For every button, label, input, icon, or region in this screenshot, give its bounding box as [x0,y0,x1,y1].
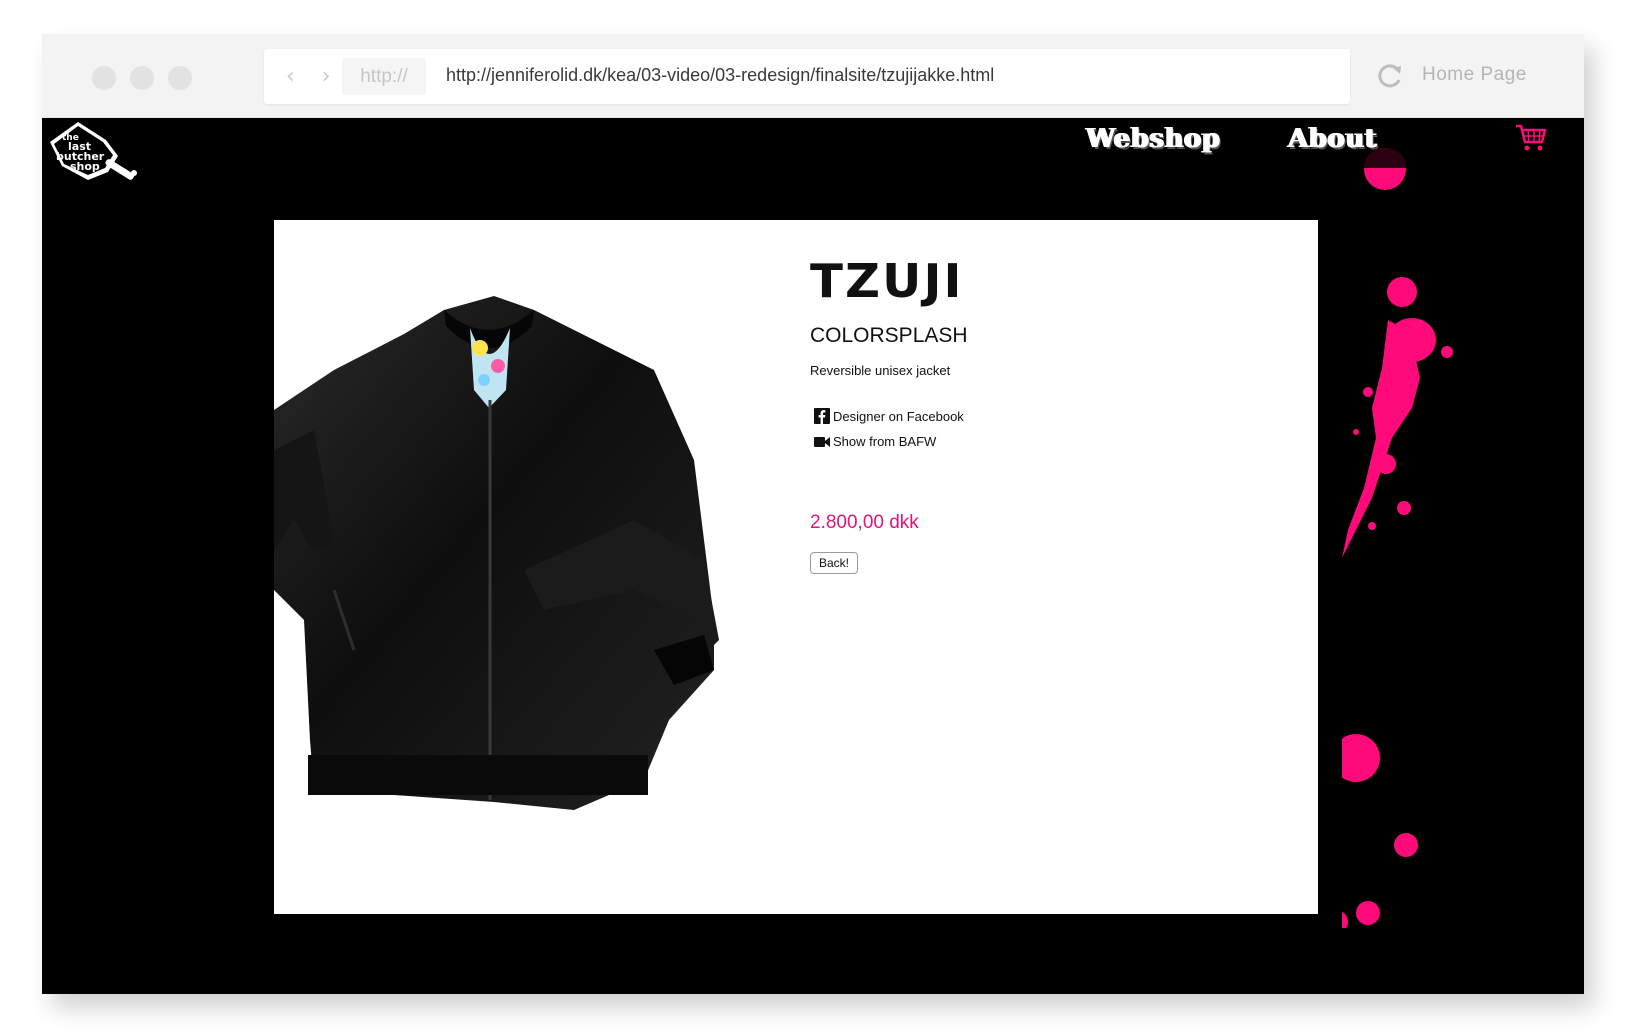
product-image-jacket [274,296,719,810]
logo-word-4: shop [70,160,100,173]
address-bar[interactable]: ‹ › http:// http://jenniferolid.dk/kea/0… [264,49,1350,104]
brand-title: TZUJI [810,254,964,308]
collection-title: COLORSPLASH [810,324,968,347]
back-button[interactable]: Back! [810,552,859,574]
paint-splash-decoration [1342,277,1453,928]
home-page-button[interactable]: Home Page [1422,64,1527,86]
window-minimize-button[interactable] [130,66,154,90]
show-bafw-link[interactable]: Show from BAFW [814,434,936,449]
facebook-icon [814,408,830,424]
designer-facebook-label: Designer on Facebook [833,408,964,424]
window-close-button[interactable] [92,66,116,90]
nav-webshop-link[interactable]: Webshop [1086,124,1220,154]
url-text[interactable]: http://jenniferolid.dk/kea/03-video/03-r… [446,65,994,86]
nav-hover-splash [1364,148,1406,190]
site-logo[interactable]: the last butcher shop [48,120,144,180]
reload-icon[interactable] [1372,58,1408,94]
shopping-cart-icon[interactable] [1514,122,1548,152]
window-maximize-button[interactable] [168,66,192,90]
product-price: 2.800,00 dkk [810,512,919,533]
browser-chrome: ‹ › http:// http://jenniferolid.dk/kea/0… [42,34,1584,118]
nav-arrows-icon[interactable]: ‹ › [286,64,341,89]
show-bafw-label: Show from BAFW [833,434,937,449]
site-viewport: the last butcher shop Webshop About TZUJ… [42,118,1584,994]
designer-facebook-link[interactable]: Designer on Facebook [814,408,964,424]
nav-about-link[interactable]: About [1288,124,1377,154]
product-description: Reversible unisex jacket [810,363,951,378]
video-camera-icon [814,436,830,447]
product-card: TZUJI COLORSPLASH Reversible unisex jack… [274,220,1318,914]
protocol-label: http:// [342,58,426,95]
browser-window: ‹ › http:// http://jenniferolid.dk/kea/0… [42,34,1584,994]
